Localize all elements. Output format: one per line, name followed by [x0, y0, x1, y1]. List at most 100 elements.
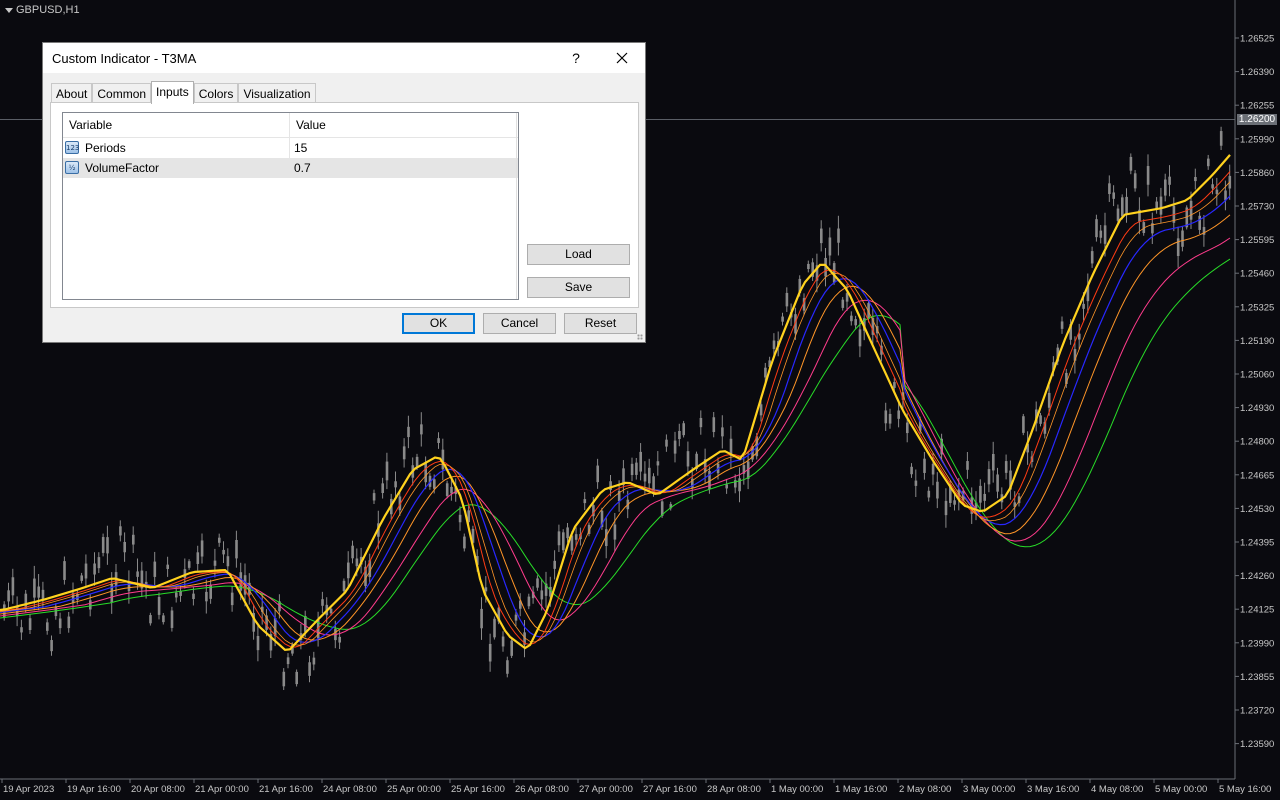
candle-body: [785, 292, 789, 307]
candle-body: [132, 534, 135, 545]
time-axis-label: 27 Apr 16:00: [643, 784, 697, 795]
candle-body: [295, 671, 298, 685]
candle-body: [1060, 321, 1064, 329]
candle-body: [488, 643, 492, 662]
candle-body: [157, 596, 161, 615]
candle-body: [381, 483, 384, 494]
candle-body: [312, 657, 316, 665]
close-button[interactable]: [599, 43, 645, 73]
tab-common[interactable]: Common: [92, 83, 152, 104]
tab-about[interactable]: About: [51, 83, 93, 104]
candle-body: [1189, 200, 1193, 220]
candle-body: [256, 635, 260, 651]
candle-body: [897, 410, 900, 419]
dialog-tabs: About Common Inputs Colors Visualization: [51, 81, 316, 104]
column-header-value[interactable]: Value: [290, 113, 516, 137]
candle-body: [1022, 416, 1025, 433]
candle-body: [97, 557, 101, 569]
candle-body: [566, 527, 569, 539]
table-row[interactable]: ½ VolumeFactor 0.7: [63, 158, 518, 178]
candle-body: [923, 458, 926, 473]
price-axis-label: 1.23855: [1240, 672, 1274, 683]
candle-body: [721, 427, 724, 437]
candle-body: [772, 340, 776, 349]
time-axis-label: 25 Apr 00:00: [387, 784, 441, 795]
candle-body: [858, 329, 862, 347]
tab-visualization[interactable]: Visualization: [238, 83, 316, 104]
time-axis-label: 3 May 00:00: [963, 784, 1015, 795]
candle-body: [458, 514, 462, 523]
candle-body: [966, 461, 969, 470]
candle-body: [218, 537, 221, 543]
time-axis-label: 19 Apr 2023: [3, 784, 54, 795]
candle-body: [213, 560, 217, 566]
candle-body: [123, 541, 126, 553]
candle-body: [445, 483, 449, 496]
symbol-name: GBPUSD,H1: [16, 4, 80, 16]
candle-body: [321, 599, 324, 606]
candle-body: [996, 474, 999, 492]
inputs-grid[interactable]: Variable Value 123 Periods 15 ½ VolumeFa…: [62, 112, 519, 300]
candle-body: [437, 438, 440, 443]
load-button[interactable]: Load: [527, 244, 630, 265]
candle-body: [282, 671, 286, 687]
candle-body: [230, 592, 234, 606]
candle-body: [1090, 251, 1094, 264]
candle-body: [63, 561, 66, 580]
symbol-label[interactable]: GBPUSD,H1: [5, 4, 80, 16]
candle-body: [20, 627, 23, 633]
candle-body: [914, 480, 918, 486]
tab-inputs[interactable]: Inputs: [151, 81, 194, 104]
candle-body: [372, 493, 376, 501]
candle-body: [394, 481, 397, 488]
price-axis-label: 1.24665: [1240, 470, 1274, 481]
column-header-variable[interactable]: Variable: [63, 113, 289, 137]
candle-body: [106, 537, 109, 554]
candle-body: [1168, 176, 1171, 185]
variable-value[interactable]: 0.7: [294, 158, 311, 178]
candle-body: [450, 486, 453, 494]
candle-body: [527, 596, 531, 607]
candle-body: [402, 446, 406, 460]
candle-body: [837, 228, 840, 243]
candle-body: [24, 593, 28, 609]
candle-body: [562, 532, 565, 551]
cancel-button[interactable]: Cancel: [483, 313, 556, 334]
candle-body: [944, 500, 948, 516]
resize-grip-icon[interactable]: [637, 334, 643, 340]
variable-value[interactable]: 15: [294, 138, 307, 158]
candle-body: [170, 610, 174, 628]
candle-body: [820, 228, 823, 244]
candle-body: [596, 465, 599, 483]
candle-body: [1095, 219, 1098, 238]
reset-button[interactable]: Reset: [564, 313, 637, 334]
tab-colors[interactable]: Colors: [193, 83, 239, 104]
price-axis-label: 1.23590: [1240, 739, 1274, 750]
table-row[interactable]: 123 Periods 15: [63, 138, 518, 158]
candle-body: [424, 463, 427, 483]
price-axis-label: 1.24125: [1240, 605, 1274, 616]
time-axis-label: 28 Apr 08:00: [707, 784, 761, 795]
candle-body: [656, 461, 660, 466]
save-button[interactable]: Save: [527, 277, 630, 298]
time-axis-label: 1 May 16:00: [835, 784, 887, 795]
candle-body: [235, 539, 238, 559]
candle-body: [699, 417, 703, 428]
candle-body: [759, 404, 763, 416]
candle-body: [828, 237, 832, 256]
candle-body: [613, 524, 617, 540]
price-axis-label: 1.23990: [1240, 638, 1274, 649]
close-icon: [616, 52, 628, 64]
ok-button[interactable]: OK: [402, 313, 475, 334]
price-axis-label: 1.26525: [1240, 34, 1274, 45]
candle-body: [841, 299, 845, 308]
candle-body: [979, 485, 982, 503]
help-button[interactable]: ?: [553, 43, 599, 73]
candle-body: [557, 531, 561, 546]
candle-body: [273, 618, 277, 637]
candle-body: [308, 662, 311, 676]
candle-body: [407, 426, 410, 438]
candle-body: [682, 423, 685, 436]
candle-body: [1219, 131, 1223, 146]
dialog-titlebar[interactable]: Custom Indicator - T3MA ?: [43, 43, 645, 73]
